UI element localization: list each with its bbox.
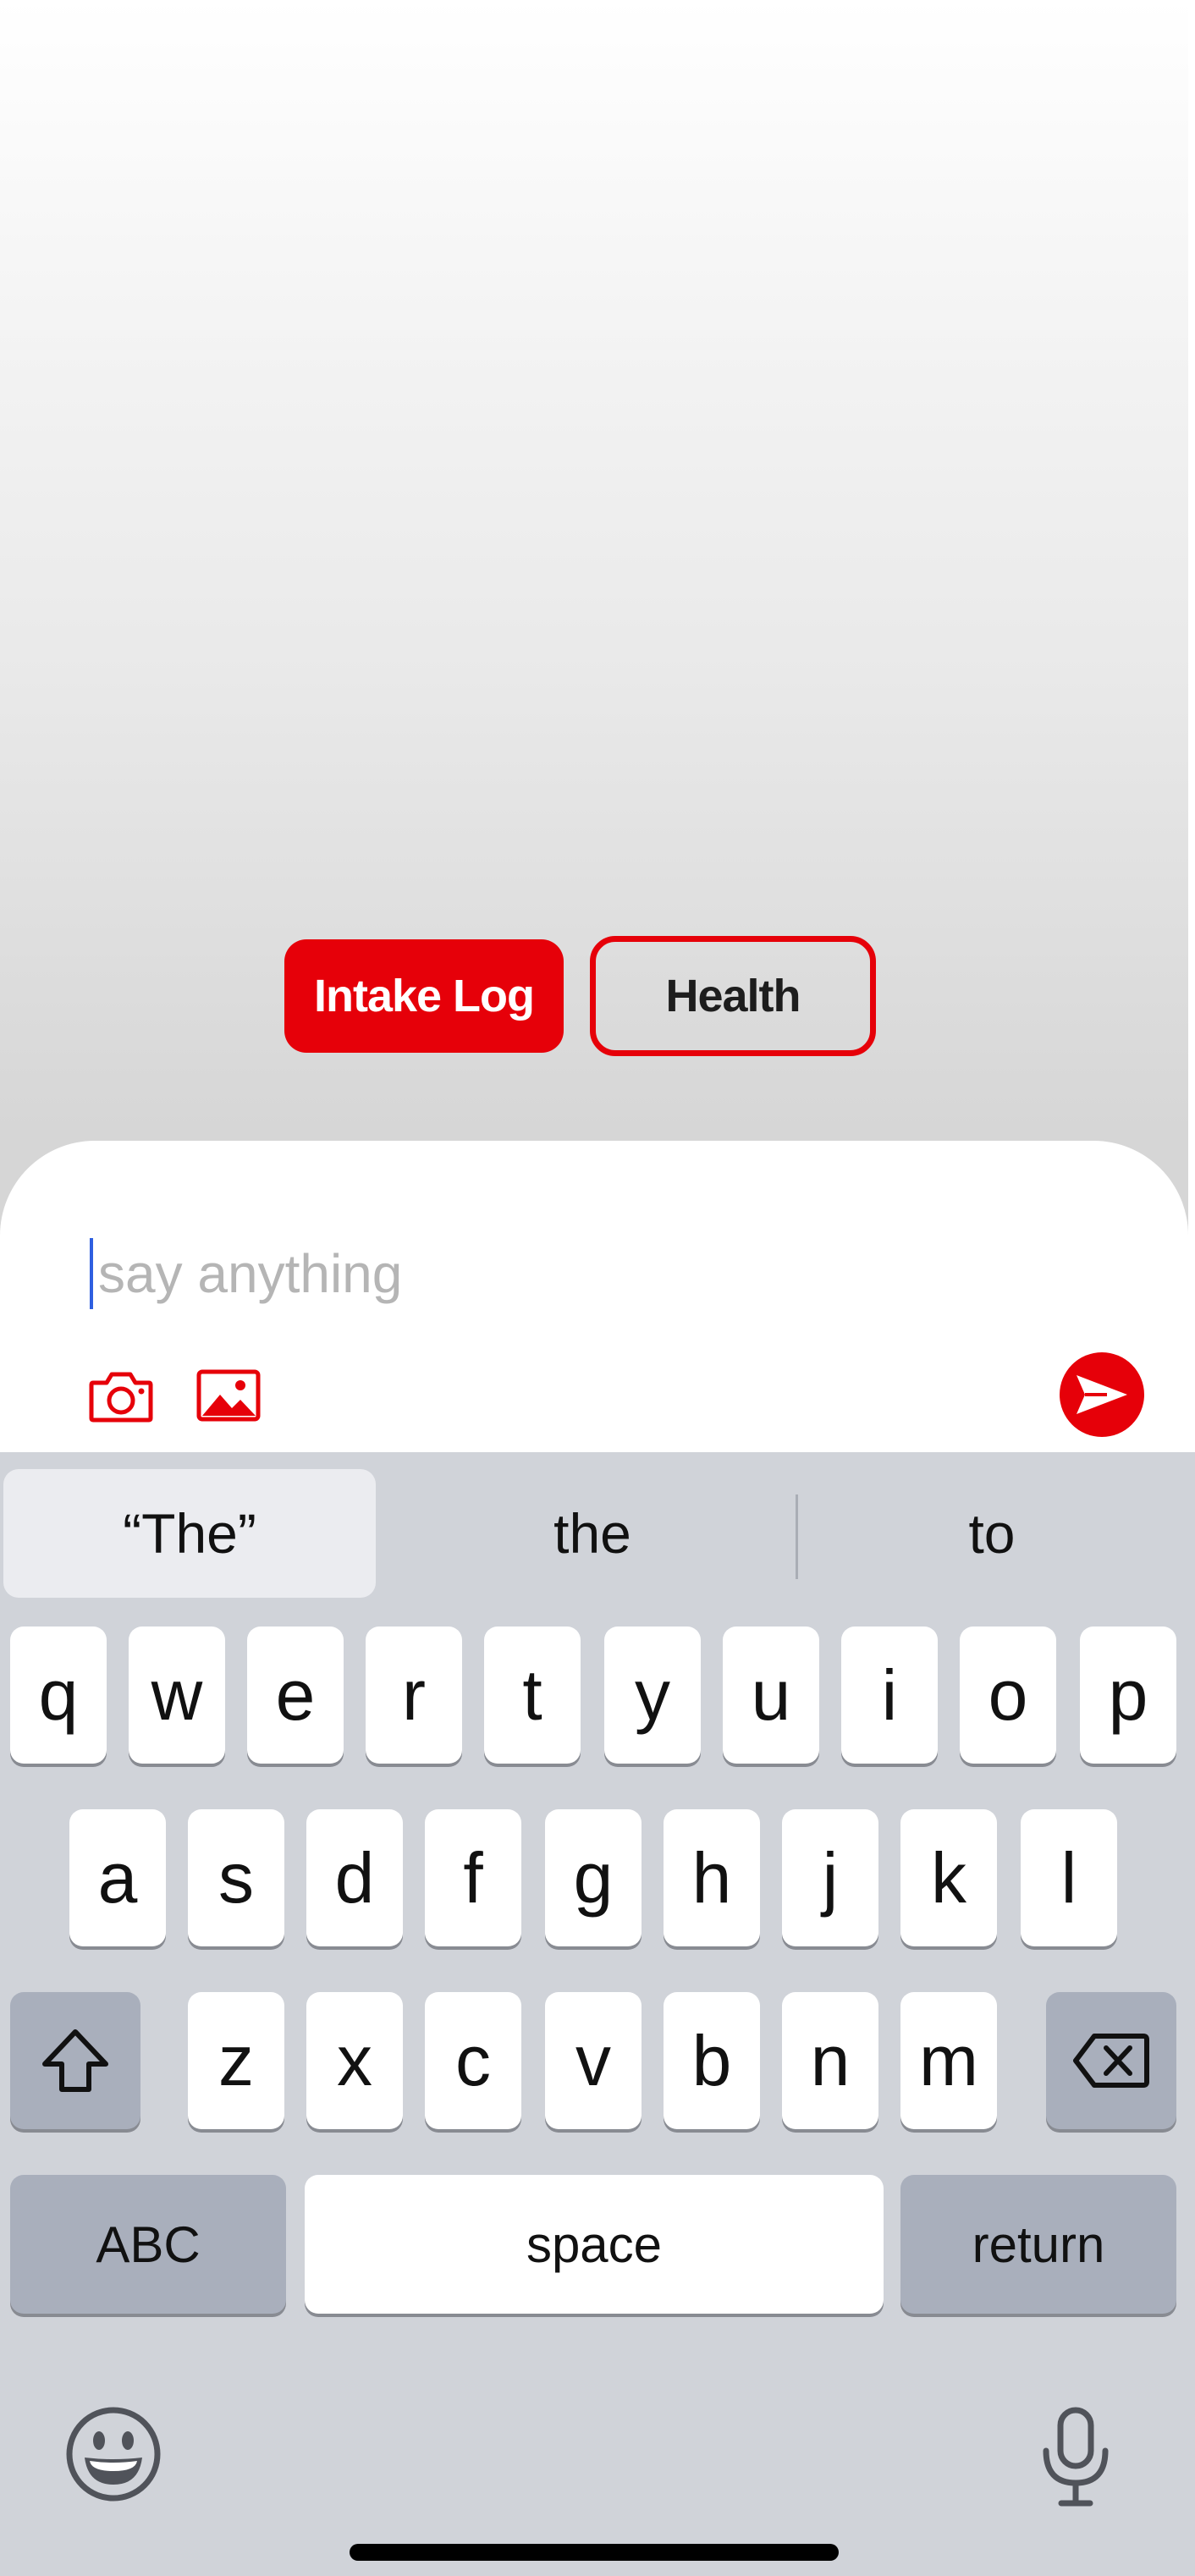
backspace-icon [1073,2034,1149,2088]
predictive-suggestions: “The” the to [0,1469,1188,1598]
key-e[interactable]: e [247,1627,344,1764]
key-q[interactable]: q [10,1627,107,1764]
key-k[interactable]: k [900,1809,997,1946]
key-t[interactable]: t [484,1627,581,1764]
key-m[interactable]: m [900,1992,997,2129]
key-a[interactable]: a [69,1809,166,1946]
key-r[interactable]: r [366,1627,462,1764]
input-placeholder: say anything [98,1243,403,1304]
key-w[interactable]: w [129,1627,225,1764]
key-j[interactable]: j [782,1809,878,1946]
key-o[interactable]: o [960,1627,1056,1764]
camera-icon[interactable] [88,1369,154,1428]
key-c[interactable]: c [425,1992,521,2129]
key-b[interactable]: b [664,1992,760,2129]
delete-key[interactable] [1046,1992,1176,2129]
on-screen-keyboard: “The” the to q w e r t y u i o p a s d f… [0,1452,1188,2576]
image-gallery-icon[interactable] [196,1369,261,1426]
send-arrow-icon [1077,1375,1127,1414]
dictation-button[interactable] [1038,2407,1114,2508]
suggestion-1[interactable]: “The” [3,1469,376,1598]
key-p[interactable]: p [1080,1627,1176,1764]
key-u[interactable]: u [723,1627,819,1764]
shift-icon [42,2029,108,2092]
emoji-icon [66,2407,161,2502]
shift-key[interactable] [10,1992,140,2129]
health-button[interactable]: Health [590,936,876,1056]
key-g[interactable]: g [545,1809,642,1946]
key-h[interactable]: h [664,1809,760,1946]
key-i[interactable]: i [841,1627,938,1764]
microphone-icon [1043,2407,1109,2507]
key-x[interactable]: x [306,1992,403,2129]
message-composer: say anything [0,1141,1188,1454]
keyboard-edge [1188,1452,1195,2576]
return-key[interactable]: return [900,2175,1176,2314]
key-z[interactable]: z [188,1992,284,2129]
home-indicator [350,2544,839,2561]
intake-log-button[interactable]: Intake Log [284,939,564,1053]
quick-action-bar: Intake Log Health [0,936,1195,1056]
space-key[interactable]: space [305,2175,884,2314]
key-v[interactable]: v [545,1992,642,2129]
key-y[interactable]: y [604,1627,701,1764]
send-button[interactable] [1060,1352,1144,1437]
message-input[interactable]: say anything [90,1236,402,1312]
key-l[interactable]: l [1021,1809,1117,1946]
text-caret [90,1238,93,1309]
suggestion-2[interactable]: the [398,1469,787,1598]
emoji-button[interactable] [66,2407,161,2502]
key-d[interactable]: d [306,1809,403,1946]
suggestion-3[interactable]: to [797,1469,1187,1598]
key-n[interactable]: n [782,1992,878,2129]
abc-key[interactable]: ABC [10,2175,286,2314]
key-s[interactable]: s [188,1809,284,1946]
key-f[interactable]: f [425,1809,521,1946]
